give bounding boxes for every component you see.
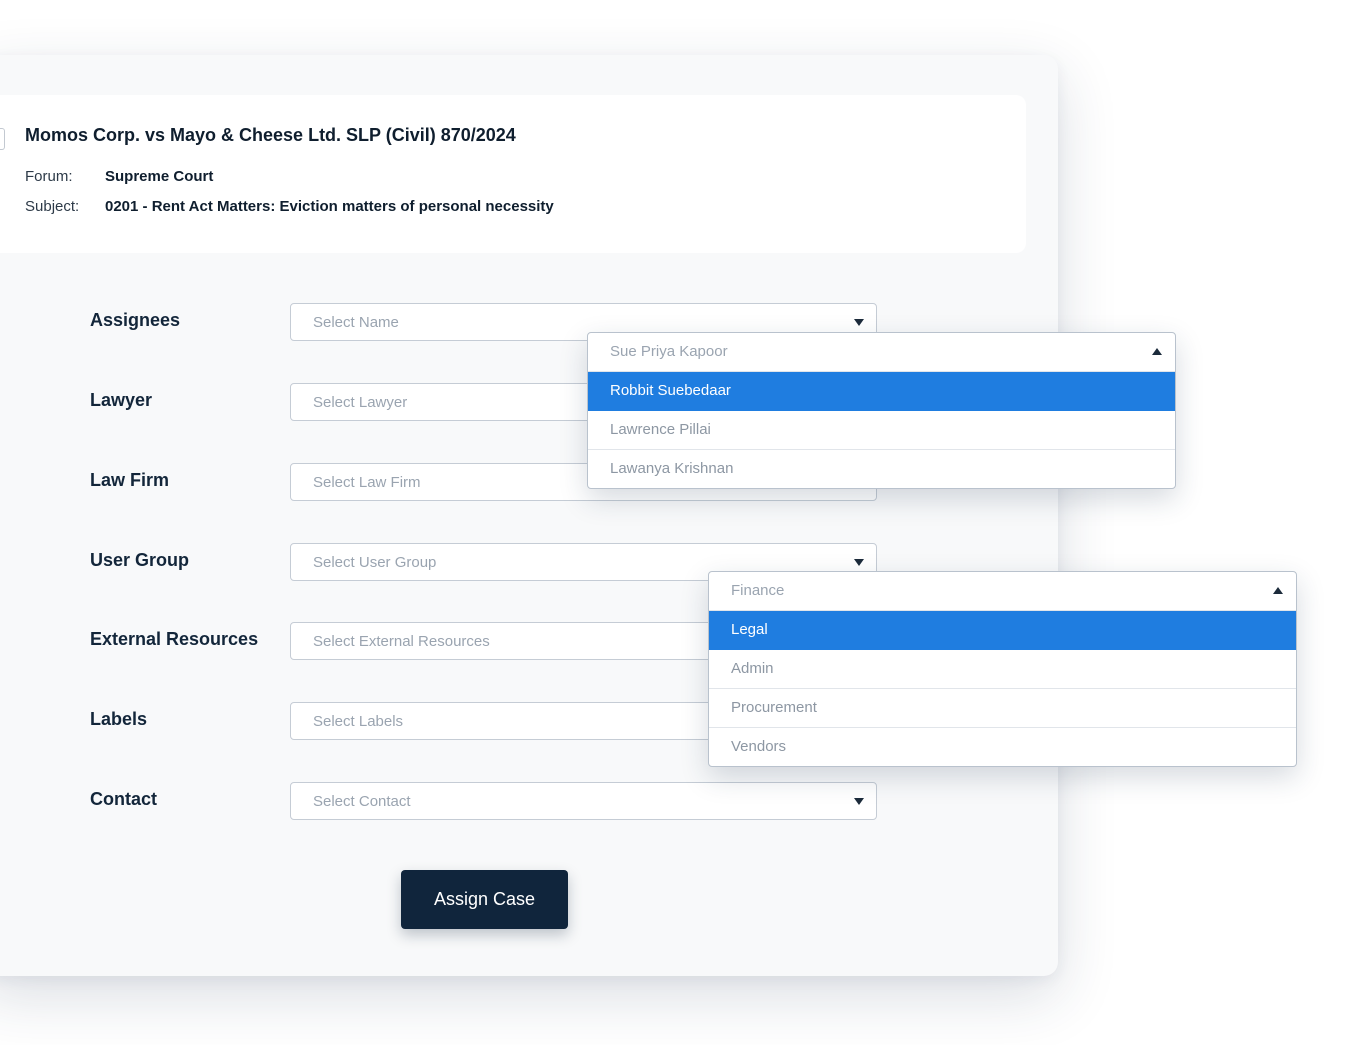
subject-value: 0201 - Rent Act Matters: Eviction matter… <box>105 198 554 215</box>
external-resources-placeholder: Select External Resources <box>313 633 490 650</box>
case-title: Momos Corp. vs Mayo & Cheese Ltd. SLP (C… <box>25 125 516 145</box>
name-dropdown-header[interactable]: Sue Priya Kapoor <box>588 333 1175 372</box>
name-option[interactable]: Robbit Suebedaar <box>588 372 1175 411</box>
contact-placeholder: Select Contact <box>313 793 411 810</box>
user-group-dropdown-header[interactable]: Finance <box>709 572 1296 611</box>
case-select-checkbox[interactable] <box>0 128 5 150</box>
user-group-option[interactable]: Procurement <box>709 689 1296 728</box>
lawyer-placeholder: Select Lawyer <box>313 394 408 411</box>
law-firm-label: Law Firm <box>90 470 170 490</box>
labels-label: Labels <box>90 709 148 729</box>
case-summary-card: Momos Corp. vs Mayo & Cheese Ltd. SLP (C… <box>0 95 1026 253</box>
name-option[interactable]: Lawrence Pillai <box>588 411 1175 450</box>
lawyer-label: Lawyer <box>90 390 153 410</box>
user-group-dropdown-menu: Finance Legal Admin Procurement Vendors <box>708 571 1297 767</box>
assignees-label: Assignees <box>90 310 181 330</box>
user-group-dropdown-current: Finance <box>731 582 785 599</box>
chevron-up-icon <box>1273 587 1283 594</box>
labels-placeholder: Select Labels <box>313 713 404 730</box>
law-firm-placeholder: Select Law Firm <box>313 474 421 491</box>
user-group-placeholder: Select User Group <box>313 554 437 571</box>
chevron-down-icon <box>854 559 864 566</box>
forum-label: Forum: <box>25 168 73 185</box>
contact-select[interactable]: Select Contact <box>290 782 877 820</box>
assign-case-button[interactable]: Assign Case <box>401 870 568 929</box>
assignees-placeholder: Select Name <box>313 314 399 331</box>
user-group-option[interactable]: Legal <box>709 611 1296 650</box>
user-group-option[interactable]: Admin <box>709 650 1296 689</box>
contact-label: Contact <box>90 789 157 809</box>
subject-label: Subject: <box>25 198 80 215</box>
page: Momos Corp. vs Mayo & Cheese Ltd. SLP (C… <box>0 0 1361 1045</box>
chevron-down-icon <box>854 798 864 805</box>
external-resources-label: External Resources <box>90 629 259 649</box>
user-group-option[interactable]: Vendors <box>709 728 1296 766</box>
name-dropdown-menu: Sue Priya Kapoor Robbit Suebedaar Lawren… <box>587 332 1176 489</box>
user-group-label: User Group <box>90 550 190 570</box>
chevron-down-icon <box>854 319 864 326</box>
name-dropdown-current: Sue Priya Kapoor <box>610 343 728 360</box>
name-option[interactable]: Lawanya Krishnan <box>588 450 1175 488</box>
chevron-up-icon <box>1152 348 1162 355</box>
forum-value: Supreme Court <box>105 168 214 185</box>
